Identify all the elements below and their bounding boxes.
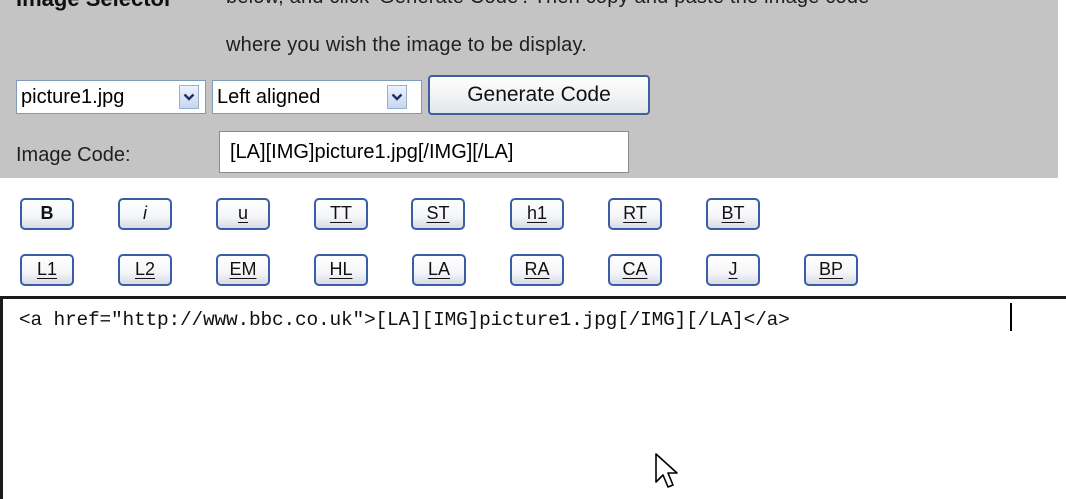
page: Image Selector below, and click 'Generat… bbox=[0, 0, 1066, 499]
alignment-select[interactable]: Left aligned bbox=[212, 80, 422, 114]
image-file-select[interactable]: picture1.jpg bbox=[16, 80, 206, 114]
underline-button[interactable]: u bbox=[216, 198, 270, 230]
image-code-field[interactable]: [LA][IMG]picture1.jpg[/IMG][/LA] bbox=[219, 131, 629, 173]
l1-button[interactable]: L1 bbox=[20, 254, 74, 286]
hl-button[interactable]: HL bbox=[314, 254, 368, 286]
image-file-select-value: picture1.jpg bbox=[21, 86, 125, 108]
mouse-cursor-icon bbox=[654, 452, 680, 497]
l2-button[interactable]: L2 bbox=[118, 254, 172, 286]
instructions-line-2: where you wish the image to be display. bbox=[226, 34, 587, 56]
image-selector-title: Image Selector bbox=[16, 0, 173, 12]
chevron-down-icon[interactable] bbox=[387, 85, 407, 109]
chevron-down-icon[interactable] bbox=[179, 85, 199, 109]
h1-button[interactable]: h1 bbox=[510, 198, 564, 230]
image-code-label: Image Code: bbox=[16, 144, 131, 166]
editor-content: <a href="http://www.bbc.co.uk">[LA][IMG]… bbox=[19, 309, 790, 331]
la-button[interactable]: LA bbox=[412, 254, 466, 286]
generate-code-button[interactable]: Generate Code bbox=[428, 75, 650, 115]
bp-button[interactable]: BP bbox=[804, 254, 858, 286]
message-editor[interactable]: <a href="http://www.bbc.co.uk">[LA][IMG]… bbox=[0, 296, 1066, 499]
instructions-line-1: below, and click 'Generate Code'. Then c… bbox=[226, 0, 870, 9]
alignment-select-value: Left aligned bbox=[217, 86, 321, 108]
image-selector-panel: Image Selector below, and click 'Generat… bbox=[0, 0, 1058, 178]
italic-button[interactable]: i bbox=[118, 198, 172, 230]
st-button[interactable]: ST bbox=[411, 198, 465, 230]
bold-button[interactable]: B bbox=[20, 198, 74, 230]
ra-button[interactable]: RA bbox=[510, 254, 564, 286]
tt-button[interactable]: TT bbox=[314, 198, 368, 230]
ca-button[interactable]: CA bbox=[608, 254, 662, 286]
bt-button[interactable]: BT bbox=[706, 198, 760, 230]
rt-button[interactable]: RT bbox=[608, 198, 662, 230]
em-button[interactable]: EM bbox=[216, 254, 270, 286]
j-button[interactable]: J bbox=[706, 254, 760, 286]
text-caret bbox=[1010, 303, 1012, 331]
